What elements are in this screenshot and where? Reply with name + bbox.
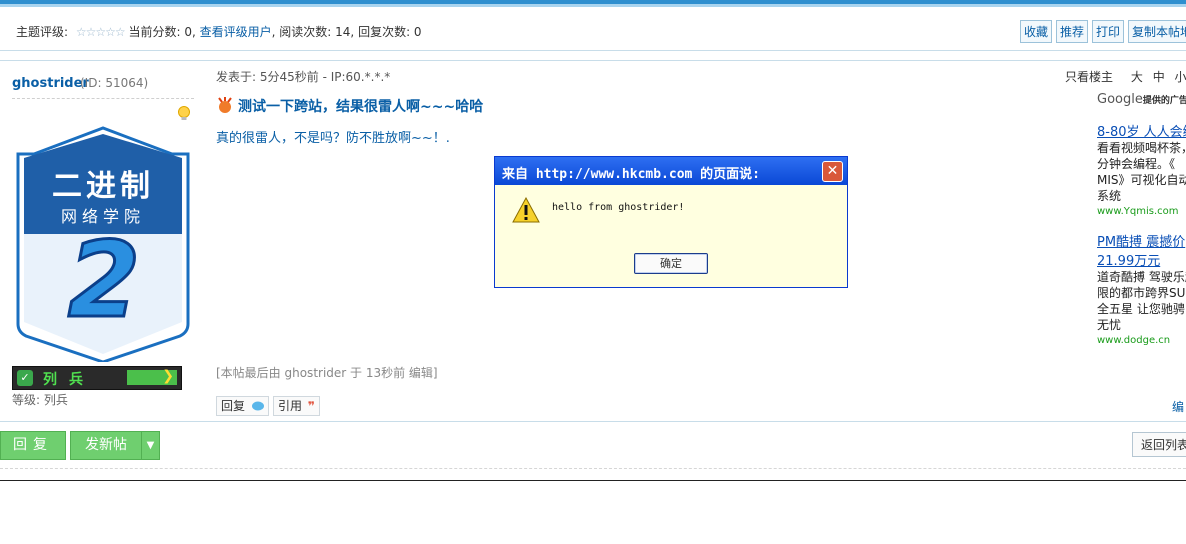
alert-dialog: 来自 http://www.hkcmb.com 的页面说: ✕ hello fr… (494, 156, 848, 288)
quote-post-label: 引用 (278, 399, 303, 413)
copy-link-button[interactable]: 复制本帖地 (1127, 20, 1186, 43)
rank-progress: ❯ (127, 368, 177, 385)
lightbulb-icon[interactable] (177, 106, 191, 122)
rating-info: 主题评级: ☆☆☆☆☆ 当前分数: 0, 查看评级用户, 阅读次数: 14, 回… (16, 23, 422, 40)
print-button[interactable]: 打印 (1091, 20, 1124, 43)
rank-label: 列兵 (43, 372, 95, 388)
only-author-link[interactable]: 只看楼主 (1065, 70, 1113, 84)
ad-line: MIS》可视化自动 (1097, 173, 1186, 187)
sparkle-icon (218, 97, 232, 113)
quote-icon: ❞ (307, 399, 315, 413)
ad-line: 看看视频喝杯茶， (1097, 141, 1186, 155)
ads-provider-suffix: 提供的广告 (1142, 96, 1186, 106)
ad-line: 全五星 让您驰骋 (1097, 302, 1185, 316)
view-raters-link[interactable]: 查看评级用户 (200, 25, 272, 39)
avatar-title: 二进制 (52, 169, 154, 204)
edit-link[interactable]: 编 (1172, 398, 1184, 415)
divider (0, 468, 1186, 469)
font-large-link[interactable]: 大 (1131, 70, 1143, 84)
ad-title[interactable]: PM酷搏 震撼价 (1097, 231, 1186, 250)
dialog-message: hello from ghostrider! (552, 202, 685, 213)
rank-bar: ✓ 列兵 ❯ (12, 366, 182, 390)
google-logo: Google (1097, 92, 1143, 107)
top-border-shadow (0, 4, 1186, 7)
close-icon[interactable]: ✕ (822, 161, 843, 182)
divider (12, 98, 194, 99)
ad-line: 道奇酷搏 驾驶乐趣 (1097, 270, 1186, 284)
dialog-title: 来自 http://www.hkcmb.com 的页面说: (502, 167, 761, 182)
shield-check-icon: ✓ (17, 370, 33, 386)
font-small-link[interactable]: 小 (1175, 70, 1186, 84)
reply-post-label: 回复 (221, 399, 246, 413)
back-to-list-button[interactable]: 返回列表 (1132, 432, 1186, 457)
user-id: (ID: 51064) (80, 76, 149, 90)
chevron-right-icon: ❯ (162, 368, 174, 384)
current-score: 当前分数: 0, (128, 25, 196, 39)
ok-button[interactable]: 确定 (634, 253, 708, 274)
recommend-button[interactable]: 推荐 (1055, 20, 1088, 43)
ad-title-price[interactable]: 21.99万元 (1097, 250, 1186, 269)
ad-url[interactable]: www.dodge.cn (1097, 335, 1186, 346)
thread-tools: 收藏 推荐 打印 复制本帖地 (1016, 20, 1186, 43)
font-medium-link[interactable]: 中 (1153, 70, 1165, 84)
divider (0, 421, 1186, 422)
divider (0, 480, 1186, 481)
dialog-titlebar[interactable]: 来自 http://www.hkcmb.com 的页面说: ✕ (495, 157, 847, 185)
user-level: 等级: 列兵 (12, 393, 68, 407)
quote-post-button[interactable]: 引用 ❞ (273, 396, 320, 416)
post-meta: 发表于: 5分45秒前 - IP:60.*.*.* (216, 70, 391, 84)
post-tools: 只看楼主 大 中 小 (1065, 68, 1186, 85)
reply-button[interactable]: 回复 (0, 431, 66, 460)
ad-title[interactable]: 8-80岁 人人会编 (1097, 121, 1186, 140)
favorite-button[interactable]: 收藏 (1019, 20, 1052, 43)
chevron-down-icon[interactable]: ▼ (141, 431, 160, 460)
reply-post-button[interactable]: 回复 (216, 396, 269, 416)
ad-line: 分钟会编程。《 (1097, 157, 1176, 171)
post-title: 测试一下跨站，结果很雷人啊~~~哈哈 (216, 96, 483, 116)
new-post-button[interactable]: 发新帖 (70, 431, 142, 460)
post-body: 真的很雷人，不是吗？防不胜放啊~~！. (216, 131, 450, 146)
read-count: , 阅读次数: 14, (271, 25, 355, 39)
avatar: 二进制 网络学院 2 (16, 126, 190, 362)
edited-note: [本帖最后由 ghostrider 于 13秒前 编辑] (216, 366, 438, 380)
ads-panel: Google提供的广告 8-80岁 人人会编 看看视频喝杯茶， 分钟会编程。《 … (1097, 92, 1186, 346)
ad-line: 限的都市跨界SU (1097, 286, 1186, 300)
rating-bar: 主题评级: ☆☆☆☆☆ 当前分数: 0, 查看评级用户, 阅读次数: 14, 回… (0, 12, 1186, 51)
divider (0, 60, 1186, 61)
username-link[interactable]: ghostrider (12, 76, 89, 91)
ads-provider: Google提供的广告 (1097, 92, 1186, 107)
speech-bubble-icon (251, 401, 264, 411)
post-title-text: 测试一下跨站，结果很雷人啊~~~哈哈 (238, 99, 484, 115)
warning-icon (512, 197, 540, 223)
ad-line: 系统 (1097, 189, 1122, 203)
reply-count: 回复次数: 0 (358, 25, 422, 39)
topic-rating-label: 主题评级: (16, 25, 69, 39)
ad-url[interactable]: www.Yqmis.com (1097, 206, 1186, 217)
rating-stars-icon[interactable]: ☆☆☆☆☆ (76, 25, 126, 39)
avatar-number: 2 (68, 219, 140, 341)
ad-line: 无忧 (1097, 318, 1122, 332)
